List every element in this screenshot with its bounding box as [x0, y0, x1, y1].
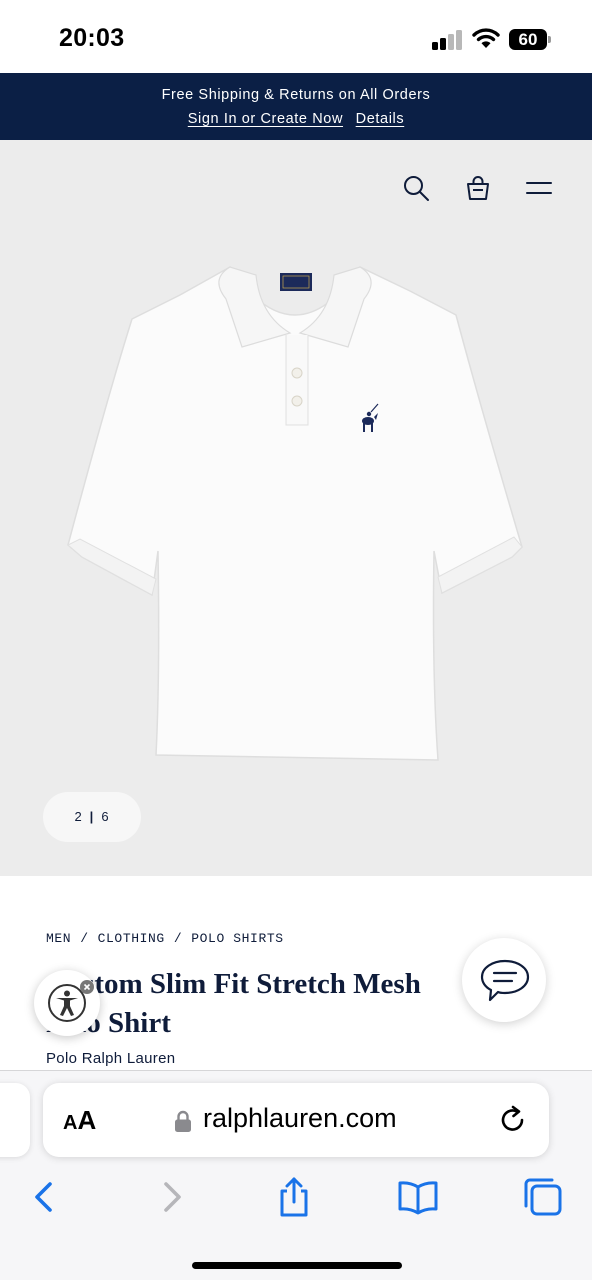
cellular-signal-icon [432, 30, 464, 50]
promo-message: Free Shipping & Returns on All Orders [161, 87, 431, 103]
breadcrumb: MEN / CLOTHING / POLO SHIRTS [46, 931, 284, 946]
product-brand: Polo Ralph Lauren [46, 1050, 176, 1067]
menu-icon[interactable] [525, 174, 553, 202]
product-image-gallery[interactable]: 2 | 6 [0, 140, 592, 876]
lock-icon [175, 1110, 191, 1132]
accessibility-button[interactable] [34, 970, 100, 1036]
address-bar[interactable]: AA ralphlauren.com [43, 1083, 549, 1157]
pager-separator: | [89, 809, 95, 824]
product-title: Custom Slim Fit Stretch Mesh Polo Shirt [46, 965, 476, 1043]
pager-total: 6 [101, 809, 110, 824]
breadcrumb-separator: / [80, 931, 89, 946]
battery-icon: 60 [509, 29, 551, 51]
wifi-icon [472, 28, 500, 48]
breadcrumb-polo-shirts[interactable]: POLO SHIRTS [191, 931, 283, 946]
breadcrumb-men[interactable]: MEN [46, 931, 71, 946]
previous-tab-peek[interactable] [0, 1083, 30, 1157]
reload-icon[interactable] [498, 1105, 528, 1135]
pager-current: 2 [74, 809, 83, 824]
tabs-icon[interactable] [521, 1175, 565, 1219]
breadcrumb-clothing[interactable]: CLOTHING [98, 931, 165, 946]
image-pager: 2 | 6 [43, 792, 141, 842]
url-text: ralphlauren.com [203, 1103, 397, 1133]
home-indicator [192, 1262, 402, 1269]
shopping-bag-icon[interactable] [464, 174, 492, 202]
browser-toolbar: AA ralphlauren.com [0, 1070, 592, 1280]
search-icon[interactable] [402, 174, 430, 202]
share-icon[interactable] [272, 1175, 316, 1219]
breadcrumb-separator: / [173, 931, 183, 946]
chat-bubble-icon [480, 959, 530, 1002]
status-time: 20:03 [59, 24, 125, 52]
chat-button[interactable] [462, 938, 546, 1022]
close-icon[interactable] [80, 980, 94, 994]
sign-in-link[interactable]: Sign In or Create Now [188, 111, 343, 127]
back-icon[interactable] [22, 1175, 66, 1219]
product-title-line1: Custom Slim Fit Stretch Mesh [46, 968, 421, 1000]
battery-level: 60 [518, 30, 538, 49]
product-image-polo-shirt [67, 266, 523, 761]
forward-icon[interactable] [150, 1175, 194, 1219]
details-link[interactable]: Details [356, 111, 405, 127]
bookmarks-icon[interactable] [396, 1175, 440, 1219]
text-size-button[interactable]: AA [63, 1105, 96, 1136]
promo-banner: Free Shipping & Returns on All Orders Si… [0, 73, 592, 140]
status-bar: 20:03 60 [0, 0, 592, 73]
